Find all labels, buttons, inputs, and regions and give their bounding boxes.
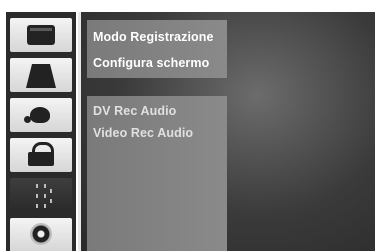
menu-item-modo-registrazione[interactable]: Modo Registrazione xyxy=(93,30,214,44)
category-audio[interactable] xyxy=(10,98,72,132)
dots-icon xyxy=(36,184,52,208)
category-others[interactable] xyxy=(10,178,72,212)
category-lock[interactable] xyxy=(10,138,72,172)
lock-icon xyxy=(28,152,54,166)
menu-item-dv-rec-audio[interactable]: DV Rec Audio xyxy=(93,104,176,118)
category-title[interactable] xyxy=(10,58,72,92)
menu-item-video-rec-audio[interactable]: Video Rec Audio xyxy=(93,126,193,140)
title-icon xyxy=(26,64,56,88)
audio-icon-dot xyxy=(24,116,31,123)
setup-screen: Modo Registrazione Configura schermo DV … xyxy=(0,0,375,251)
menu-group-lower xyxy=(87,96,227,251)
category-recorder[interactable] xyxy=(10,18,72,52)
category-disc[interactable] xyxy=(10,218,72,251)
settings-panel: Modo Registrazione Configura schermo DV … xyxy=(81,12,375,251)
menu-item-configura-schermo[interactable]: Configura schermo xyxy=(93,56,209,70)
audio-icon xyxy=(30,107,50,123)
disc-icon xyxy=(30,223,52,245)
recorder-icon xyxy=(27,25,55,45)
category-strip xyxy=(6,12,76,251)
